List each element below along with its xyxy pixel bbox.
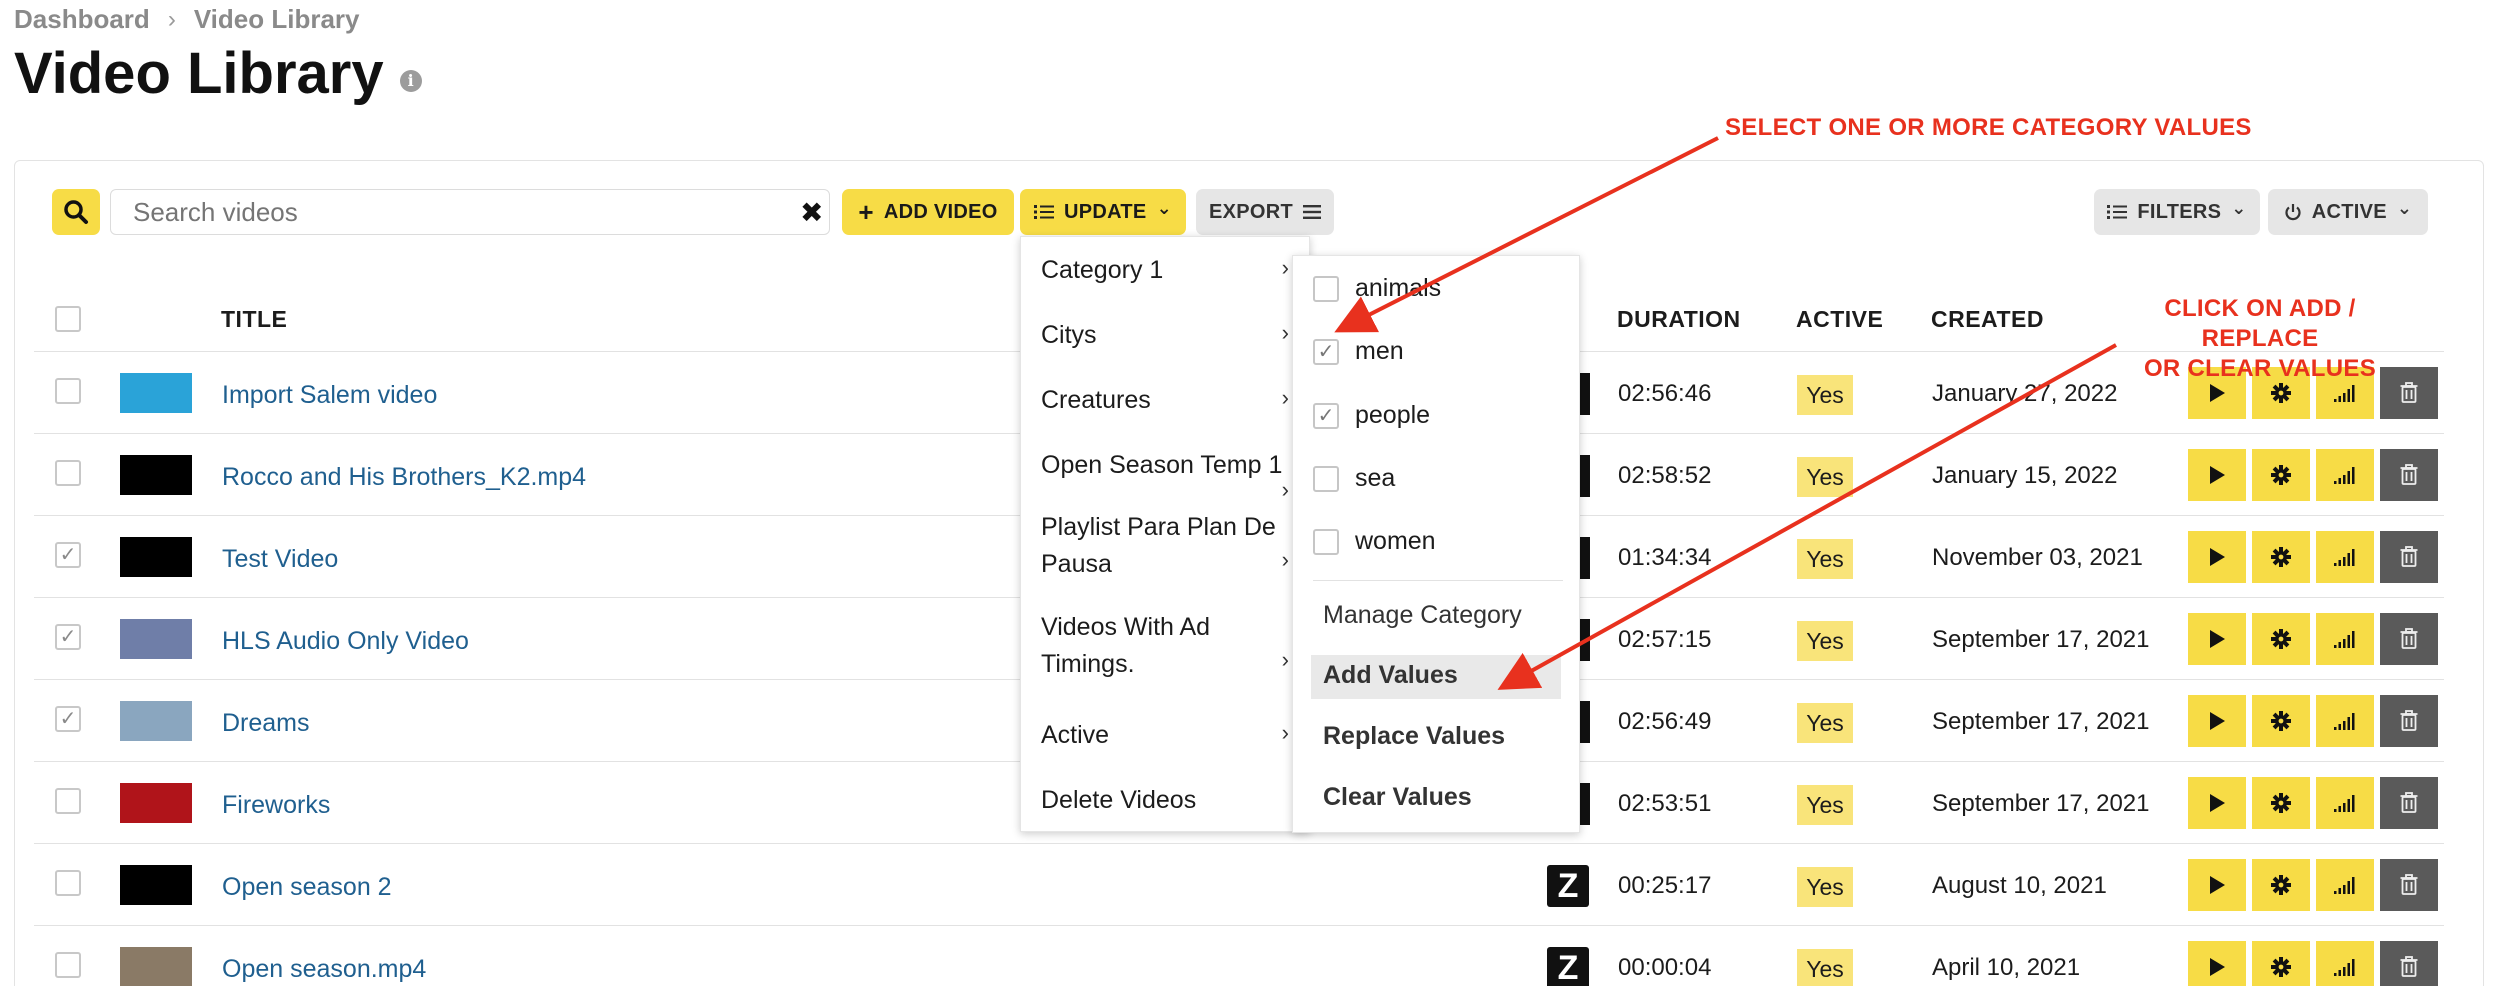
annotation-arrows — [1334, 136, 2117, 690]
arrow-to-add-values — [1497, 343, 2117, 690]
arrow-to-category-values — [1334, 136, 1719, 333]
